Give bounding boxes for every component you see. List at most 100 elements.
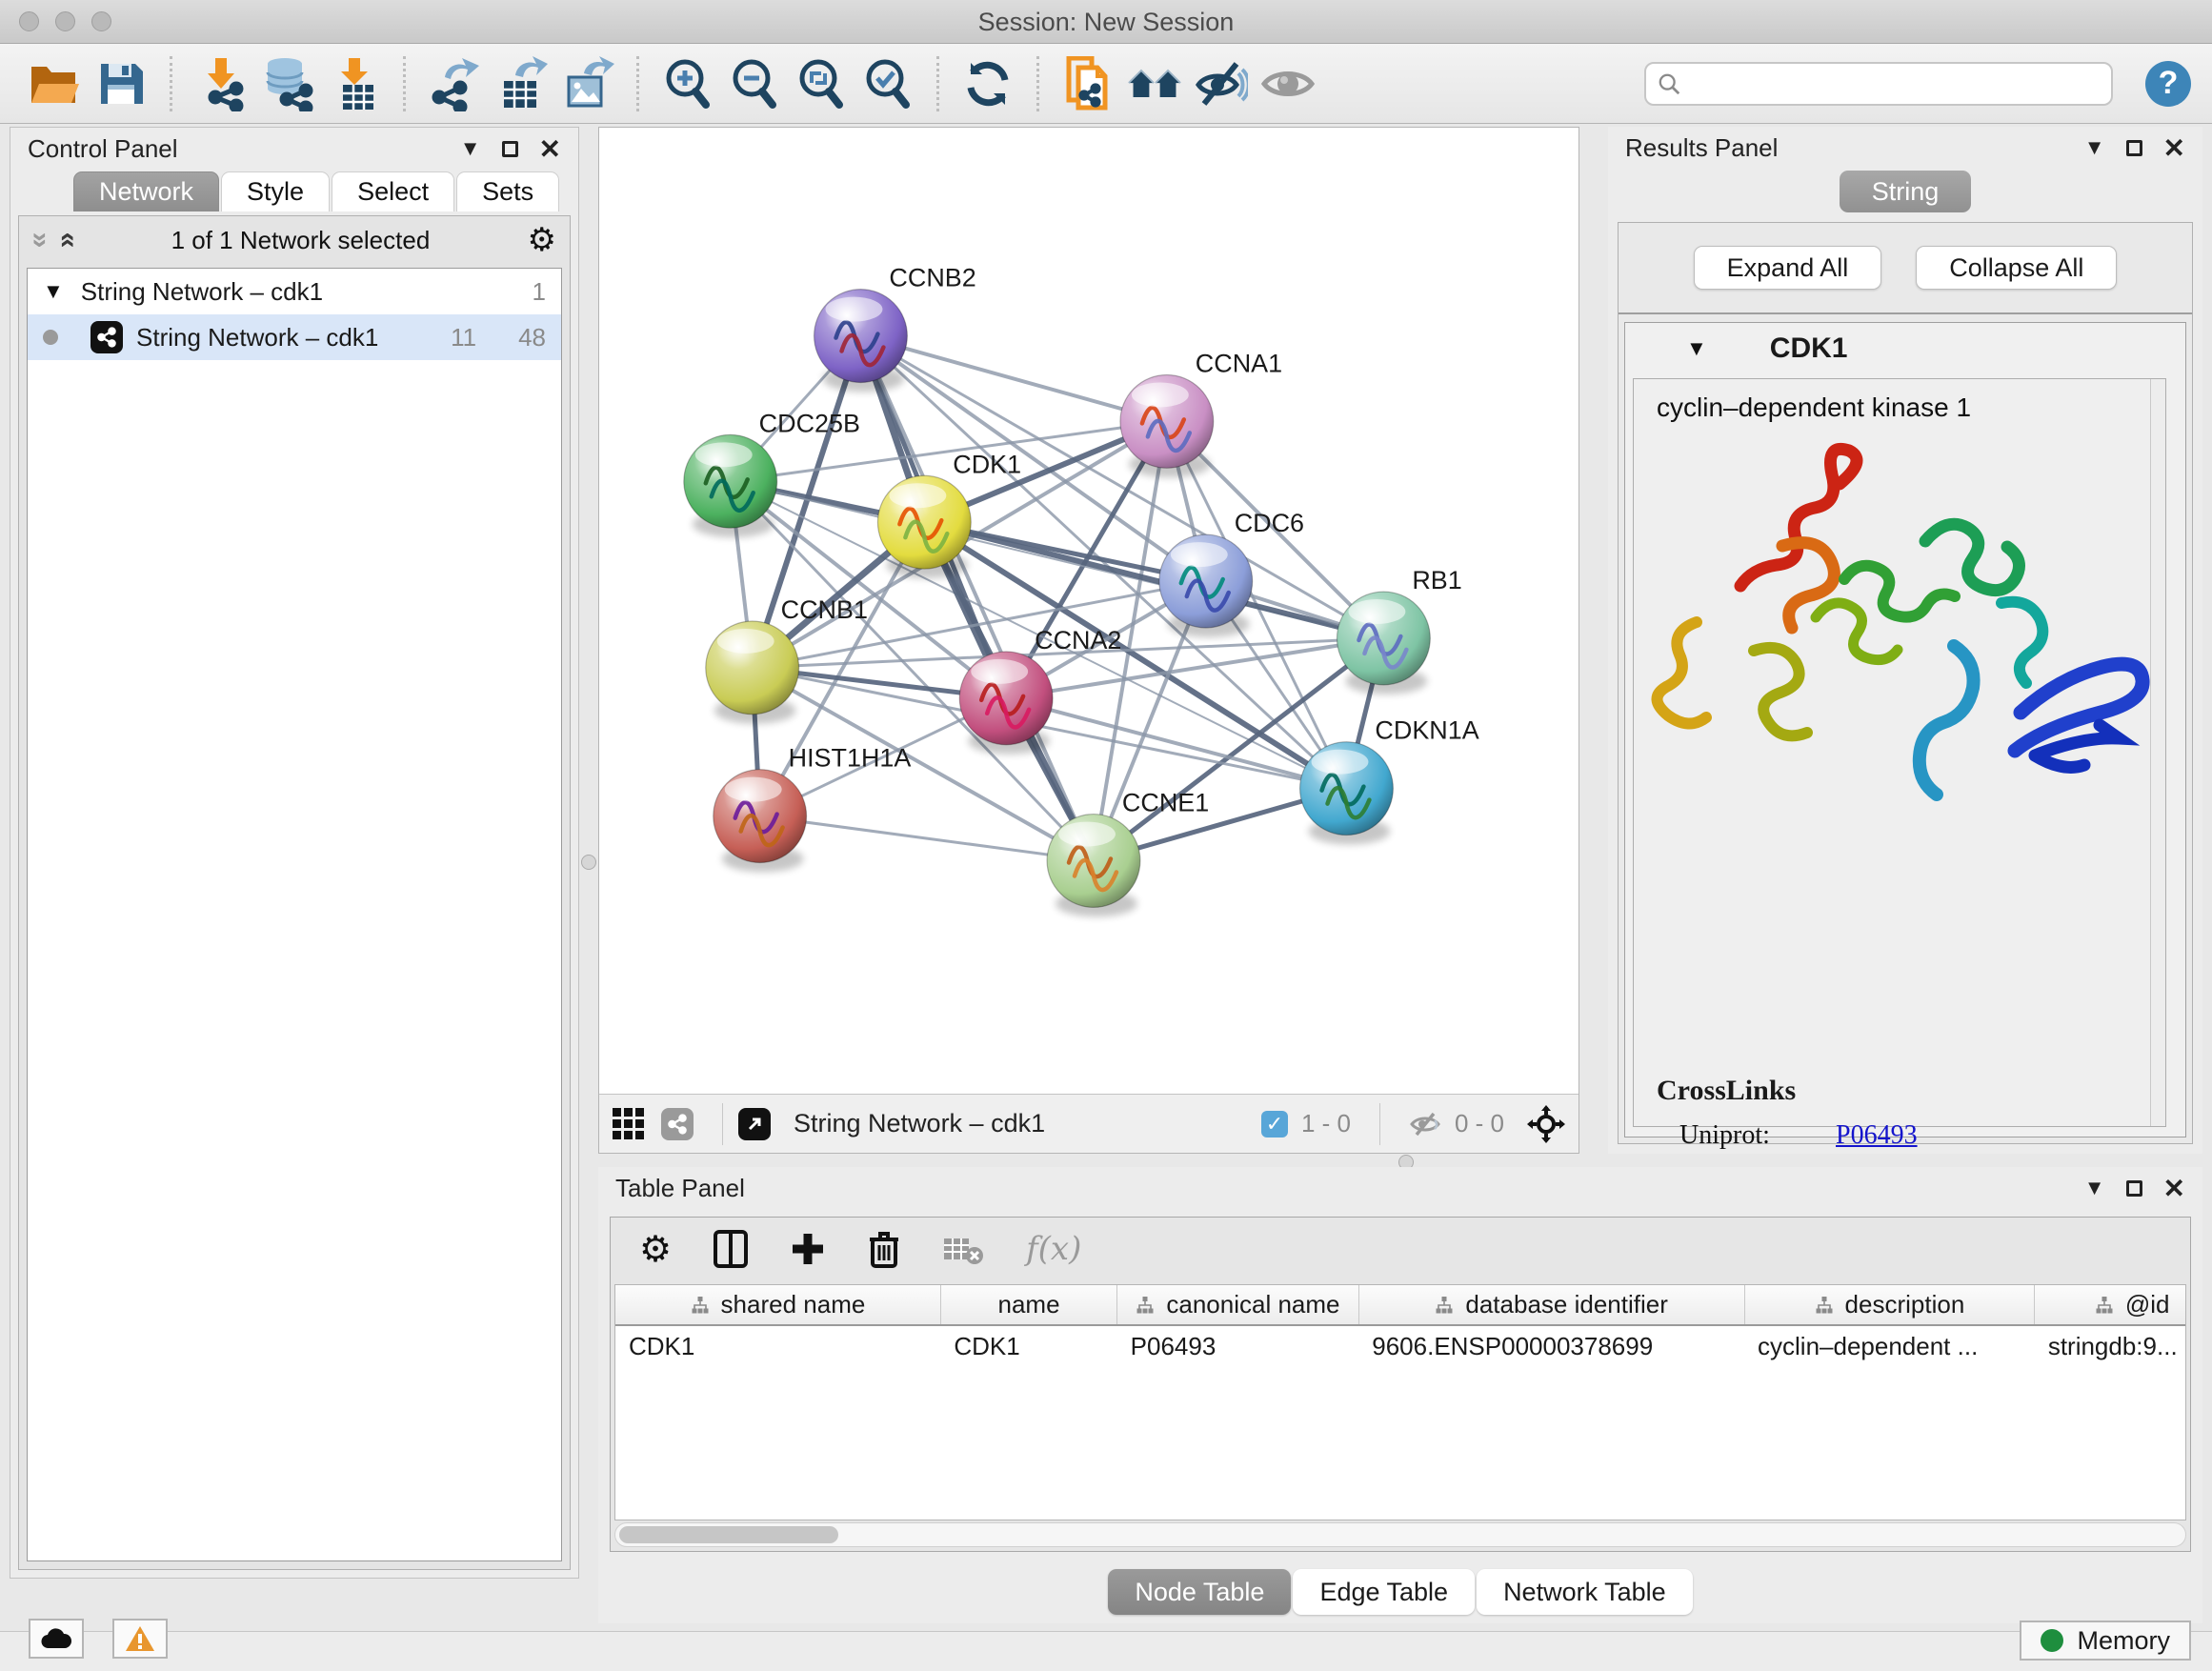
column-header-canonical-name[interactable]: canonical name: [1117, 1285, 1359, 1325]
column-type-icon: [2095, 1296, 2114, 1315]
network-collection-row[interactable]: ▼ String Network – cdk1 1: [28, 269, 561, 314]
network-node-cdk1[interactable]: CDK1: [877, 450, 1021, 578]
detach-view-icon[interactable]: [738, 1108, 771, 1140]
edge-count: 48: [518, 323, 546, 352]
column-header-database-identifier[interactable]: database identifier: [1358, 1285, 1744, 1325]
open-session-icon[interactable]: [27, 54, 82, 113]
table-row[interactable]: CDK1 CDK1 P06493 9606.ENSP00000378699 cy…: [615, 1325, 2186, 1367]
hidden-counts: 0 - 0: [1455, 1109, 1504, 1138]
create-column-plus-icon[interactable]: [790, 1231, 826, 1267]
node-count: 11: [451, 323, 476, 352]
panel-float-icon[interactable]: [2126, 1180, 2142, 1197]
vertical-splitter-handle-left[interactable]: [581, 855, 596, 870]
zoom-fit-icon[interactable]: [794, 54, 849, 113]
save-session-icon[interactable]: [93, 54, 149, 113]
delete-table-icon[interactable]: [942, 1233, 984, 1265]
protein-name: CDK1: [1770, 332, 1848, 365]
column-header-id[interactable]: @id: [2035, 1285, 2186, 1325]
export-image-icon[interactable]: [560, 54, 615, 113]
crosslinks-title: CrossLinks: [1657, 1075, 2107, 1107]
zoom-out-icon[interactable]: [727, 54, 782, 113]
panel-close-icon[interactable]: ✕: [539, 133, 561, 165]
expand-all-button[interactable]: Expand All: [1694, 246, 1882, 290]
selected-counts: 1 - 0: [1301, 1109, 1351, 1138]
network-view-toolbar: String Network – cdk1 ✓ 1 - 0 0 - 0: [599, 1094, 1579, 1153]
network-node-cdc6[interactable]: CDC6: [1159, 509, 1304, 637]
network-node-cdkn1a[interactable]: CDKN1A: [1300, 716, 1479, 845]
homes-icon[interactable]: [1127, 54, 1182, 113]
tab-sets[interactable]: Sets: [456, 171, 559, 211]
toolbar-separator: [403, 56, 406, 111]
section-expand-icon[interactable]: ▼: [1686, 336, 1707, 361]
scrollbar-thumb[interactable]: [619, 1526, 838, 1543]
network-selection-status: 1 of 1 Network selected: [73, 226, 527, 255]
tab-style[interactable]: Style: [221, 171, 330, 211]
delete-column-trash-icon[interactable]: [868, 1230, 900, 1268]
network-node-rb1[interactable]: RB1: [1337, 566, 1461, 695]
toolbar-search[interactable]: [1644, 62, 2113, 106]
uniprot-link[interactable]: P06493: [1836, 1120, 1918, 1151]
column-header-description[interactable]: description: [1744, 1285, 2035, 1325]
column-type-icon: [1435, 1296, 1454, 1315]
network-options-gear-icon[interactable]: ⚙: [528, 221, 556, 259]
panel-float-icon[interactable]: [502, 141, 518, 157]
collapse-all-button[interactable]: Collapse All: [1916, 246, 2117, 290]
expand-all-networks-icon[interactable]: »: [51, 232, 80, 249]
node-label: CDKN1A: [1375, 716, 1478, 745]
tab-select[interactable]: Select: [332, 171, 454, 211]
export-table-icon[interactable]: [493, 54, 549, 113]
import-network-file-icon[interactable]: [193, 54, 249, 113]
node-label: CCNE1: [1122, 789, 1209, 817]
import-table-file-icon[interactable]: [327, 54, 382, 113]
warnings-button[interactable]: [112, 1619, 168, 1659]
panel-menu-icon[interactable]: ▼: [2084, 1176, 2105, 1200]
selected-indicator-checkbox[interactable]: ✓: [1261, 1111, 1288, 1137]
node-label: CCNA1: [1196, 349, 1282, 377]
panel-close-icon[interactable]: ✕: [2163, 1173, 2185, 1204]
column-header-name[interactable]: name: [940, 1285, 1116, 1325]
table-horizontal-scrollbar[interactable]: [614, 1522, 2186, 1547]
show-columns-icon[interactable]: [714, 1230, 748, 1268]
help-button[interactable]: ?: [2145, 61, 2191, 107]
export-network-icon[interactable]: [427, 54, 482, 113]
hide-panels-eye-icon[interactable]: [1194, 54, 1249, 113]
birds-eye-crosshair-icon[interactable]: [1527, 1105, 1565, 1143]
tab-node-table[interactable]: Node Table: [1108, 1569, 1291, 1615]
network-node-hist1h1a[interactable]: HIST1H1A: [714, 744, 912, 873]
search-input[interactable]: [1690, 70, 2100, 97]
collection-expand-icon[interactable]: ▼: [43, 279, 64, 304]
import-network-database-icon[interactable]: [260, 54, 315, 113]
refresh-icon[interactable]: [960, 54, 1016, 113]
memory-button[interactable]: Memory: [2020, 1621, 2191, 1661]
grid-view-icon[interactable]: [613, 1108, 644, 1139]
zoom-in-icon[interactable]: [660, 54, 715, 113]
results-scrollbar[interactable]: [2150, 379, 2165, 1126]
column-header-shared-name[interactable]: shared name: [615, 1285, 940, 1325]
network-node-cdc25b[interactable]: CDC25B: [684, 409, 860, 537]
network-node-ccnb2[interactable]: CCNB2: [814, 264, 976, 393]
toolbar-separator: [170, 56, 172, 111]
table-options-gear-icon[interactable]: ⚙: [639, 1228, 672, 1271]
cloud-status-button[interactable]: [29, 1619, 84, 1659]
tab-network-table[interactable]: Network Table: [1477, 1569, 1693, 1615]
zoom-selected-icon[interactable]: [860, 54, 915, 113]
show-eye-icon[interactable]: [1260, 54, 1316, 113]
network-node-ccnb1[interactable]: CCNB1: [706, 595, 868, 724]
panel-menu-icon[interactable]: ▼: [460, 136, 481, 161]
protein-description: cyclin–dependent kinase 1: [1634, 387, 2165, 427]
node-label: CCNA2: [1035, 626, 1121, 654]
tab-string-results[interactable]: String: [1840, 171, 1972, 212]
network-row[interactable]: String Network – cdk1 11 48: [28, 314, 561, 360]
tab-network[interactable]: Network: [73, 171, 219, 211]
string-view-icon[interactable]: [661, 1108, 694, 1140]
protein-section-header[interactable]: ▼ CDK1: [1625, 323, 2185, 374]
function-builder-icon[interactable]: f(x): [1026, 1230, 1081, 1268]
toolbar-separator: [1036, 56, 1039, 111]
panel-float-icon[interactable]: [2126, 140, 2142, 156]
network-node-ccna1[interactable]: CCNA1: [1120, 349, 1282, 477]
panel-menu-icon[interactable]: ▼: [2084, 135, 2105, 160]
tab-edge-table[interactable]: Edge Table: [1293, 1569, 1475, 1615]
panel-close-icon[interactable]: ✕: [2163, 132, 2185, 164]
clone-network-icon[interactable]: [1060, 54, 1116, 113]
network-canvas[interactable]: CCNB2 CCNA1 CDC25BCDK1 CDC6 RB1 CCNB1 CCNA2 CDK…: [599, 128, 1579, 1094]
